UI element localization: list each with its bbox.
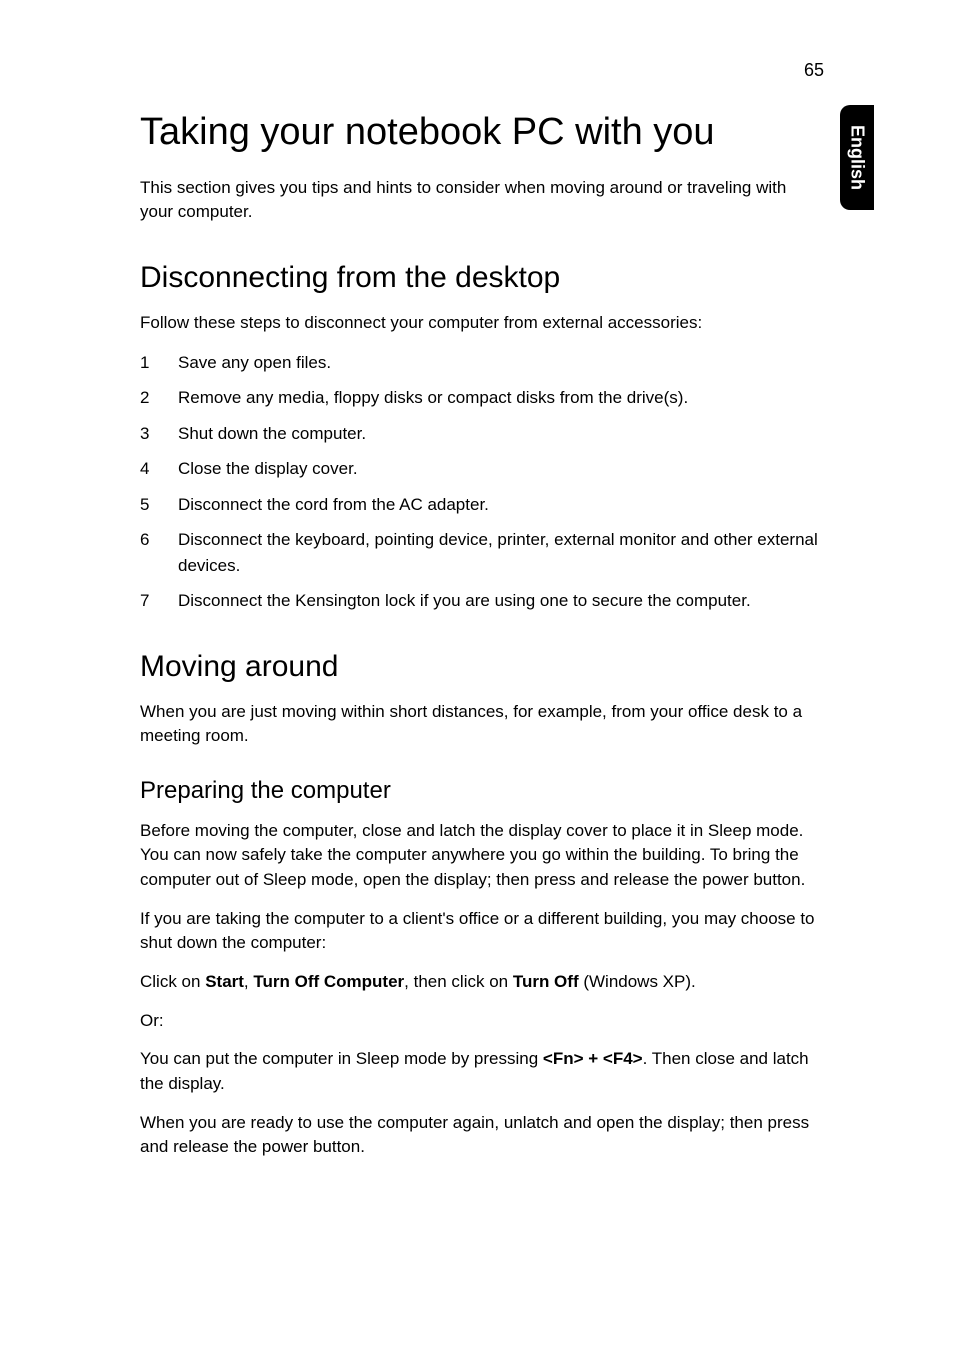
bold-turnoff: Turn Off: [513, 972, 579, 991]
text-fragment: You can put the computer in Sleep mode b…: [140, 1049, 543, 1068]
list-item: 4 Close the display cover.: [140, 456, 820, 482]
step-text: Close the display cover.: [178, 456, 820, 482]
sleep-line: You can put the computer in Sleep mode b…: [140, 1047, 820, 1096]
step-text: Shut down the computer.: [178, 421, 820, 447]
disconnect-lead: Follow these steps to disconnect your co…: [140, 311, 820, 336]
section-heading-moving: Moving around: [140, 650, 820, 684]
page-content: Taking your notebook PC with you This se…: [140, 110, 820, 1174]
bold-keys: <Fn> + <F4>: [543, 1049, 643, 1068]
list-item: 6 Disconnect the keyboard, pointing devi…: [140, 527, 820, 578]
step-text: Save any open files.: [178, 350, 820, 376]
step-text: Disconnect the Kensington lock if you ar…: [178, 588, 820, 614]
text-fragment: Click on: [140, 972, 205, 991]
step-text: Disconnect the keyboard, pointing device…: [178, 527, 820, 578]
bold-start: Start: [205, 972, 244, 991]
list-item: 7 Disconnect the Kensington lock if you …: [140, 588, 820, 614]
step-number: 6: [140, 527, 178, 578]
disconnect-steps-list: 1 Save any open files. 2 Remove any medi…: [140, 350, 820, 614]
last-paragraph: When you are ready to use the computer a…: [140, 1111, 820, 1160]
step-number: 7: [140, 588, 178, 614]
section-heading-disconnect: Disconnecting from the desktop: [140, 261, 820, 295]
or-line: Or:: [140, 1009, 820, 1034]
step-text: Disconnect the cord from the AC adapter.: [178, 492, 820, 518]
step-number: 2: [140, 385, 178, 411]
list-item: 1 Save any open files.: [140, 350, 820, 376]
page-title: Taking your notebook PC with you: [140, 110, 820, 156]
list-item: 2 Remove any media, floppy disks or comp…: [140, 385, 820, 411]
preparing-para2: If you are taking the computer to a clie…: [140, 907, 820, 956]
step-text: Remove any media, floppy disks or compac…: [178, 385, 820, 411]
intro-paragraph: This section gives you tips and hints to…: [140, 176, 820, 225]
bold-turnoffcomputer: Turn Off Computer: [253, 972, 404, 991]
list-item: 5 Disconnect the cord from the AC adapte…: [140, 492, 820, 518]
list-item: 3 Shut down the computer.: [140, 421, 820, 447]
text-fragment: (Windows XP).: [579, 972, 696, 991]
preparing-para1: Before moving the computer, close and la…: [140, 819, 820, 893]
page-number: 65: [804, 60, 824, 81]
text-fragment: , then click on: [404, 972, 513, 991]
step-number: 3: [140, 421, 178, 447]
step-number: 1: [140, 350, 178, 376]
sub-heading-preparing: Preparing the computer: [140, 777, 820, 805]
moving-lead: When you are just moving within short di…: [140, 700, 820, 749]
click-line: Click on Start, Turn Off Computer, then …: [140, 970, 820, 995]
text-fragment: ,: [244, 972, 253, 991]
step-number: 5: [140, 492, 178, 518]
step-number: 4: [140, 456, 178, 482]
language-tab: English: [840, 105, 874, 210]
